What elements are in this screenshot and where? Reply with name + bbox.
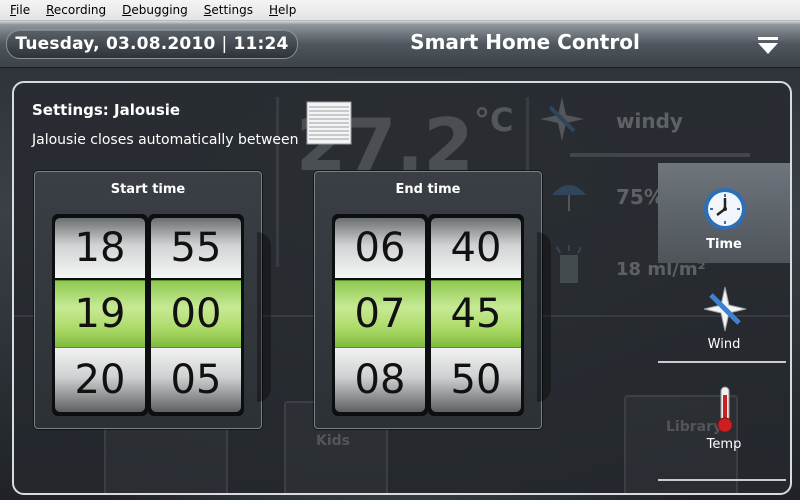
start-minute-roller[interactable]: 55 00 05 [148,214,244,416]
menu-file[interactable]: File [4,3,36,17]
start-hour-roller[interactable]: 18 19 20 [52,214,148,416]
sidebar-item-label: Temp [706,437,742,452]
start-minute-selected[interactable]: 00 [151,280,241,348]
start-minute-next[interactable]: 05 [151,348,241,412]
start-hour-next[interactable]: 20 [55,348,145,412]
start-hour-selected[interactable]: 19 [55,280,145,348]
header-bar: Tuesday, 03.08.2010 | 11:24 Smart Home C… [0,21,800,68]
settings-description: Jalousie closes automatically between [32,132,299,148]
end-time-picker: End time 06 07 08 40 45 50 [314,171,551,429]
end-hour-roller[interactable]: 06 07 08 [332,214,428,416]
background-wind: windy [616,109,683,133]
end-hour-next[interactable]: 08 [335,348,425,412]
date-time-display: Tuesday, 03.08.2010 | 11:24 [6,29,298,59]
sidebar-item-label: Time [706,237,742,252]
sidebar-item-label: Wind [707,337,741,352]
menu-settings[interactable]: Settings [198,3,259,17]
thermometer-icon [717,386,733,433]
roller-shadow [257,232,271,402]
triangle-down-menu-icon[interactable] [756,36,780,56]
background-temperature-unit: °C [474,101,514,139]
clock-icon [704,188,746,230]
background-umbrella-icon [552,185,586,211]
settings-title: Settings: Jalousie [32,101,181,119]
settings-panel: 27.2 °C windy 75% 18 ml/m² Kids Library … [12,81,792,495]
app-title: Smart Home Control [410,30,640,54]
jalousie-blinds-icon [306,101,352,145]
background-divider [276,97,279,267]
end-time-title: End time [395,182,461,197]
background-rain-gauge-icon [556,245,582,283]
start-time-title: Start time [110,182,186,197]
background-wind-bar [570,153,750,157]
date-time-separator: | [221,34,228,54]
end-minute-selected[interactable]: 45 [431,280,521,348]
menu-bar: File Recording Debugging Settings Help [0,0,800,21]
roller-shadow [537,232,551,402]
sidebar-item-wind[interactable]: Wind [658,263,790,363]
background-compass-icon [540,97,584,141]
menu-recording[interactable]: Recording [40,3,112,17]
end-hour-prev[interactable]: 06 [335,218,425,278]
menu-debugging[interactable]: Debugging [116,3,194,17]
app-window: Tuesday, 03.08.2010 | 11:24 Smart Home C… [0,21,800,500]
start-time-picker: Start time 18 19 20 55 00 05 [34,171,271,429]
menu-help[interactable]: Help [263,3,302,17]
sidebar-item-time[interactable]: Time [658,163,790,263]
start-hour-prev[interactable]: 18 [55,218,145,278]
current-time: 11:24 [233,34,289,54]
background-room-kids: Kids [316,433,351,449]
compass-wind-icon [703,286,747,332]
end-minute-next[interactable]: 50 [431,348,521,412]
sidebar-divider [658,479,786,481]
sidebar-item-temp[interactable]: Temp [658,363,790,463]
end-hour-selected[interactable]: 07 [335,280,425,348]
start-minute-prev[interactable]: 55 [151,218,241,278]
end-minute-roller[interactable]: 40 45 50 [428,214,524,416]
end-minute-prev[interactable]: 40 [431,218,521,278]
background-humidity: 75% [616,185,664,209]
current-date: Tuesday, 03.08.2010 [15,34,216,54]
